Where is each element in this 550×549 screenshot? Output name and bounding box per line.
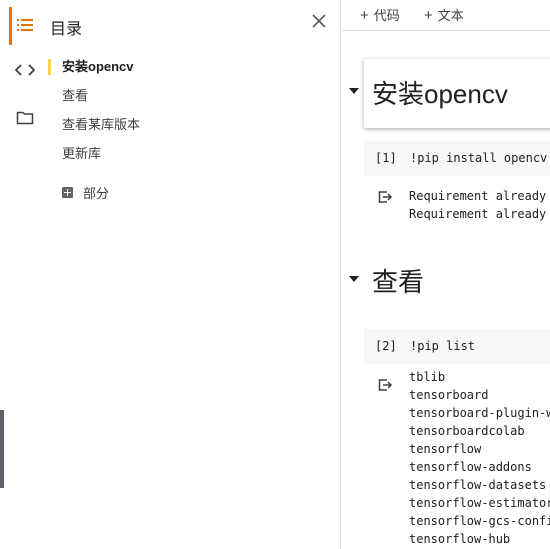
toc-list: 安装opencv 查看 查看某库版本 更新库: [44, 57, 334, 173]
toc-rail-button[interactable]: [12, 12, 38, 38]
files-rail-button[interactable]: [12, 104, 38, 130]
window-edge: [0, 410, 4, 488]
folder-icon: [16, 111, 34, 124]
section-collapse-toggle[interactable]: [349, 276, 359, 282]
colab-window: 目录 安装opencv 查看 查看某库版本 更新库 部分 + 代码 + 文本 安…: [0, 0, 550, 549]
add-section-button[interactable]: 部分: [62, 182, 109, 202]
heading-cell-selected[interactable]: 安装opencv: [364, 59, 550, 128]
cell-output: Requirement already Requirement already: [409, 189, 547, 221]
cell-output: tblib tensorboard tensorboard-plugin-wit…: [409, 370, 550, 546]
code-cell[interactable]: [1] !pip install opencv: [364, 141, 550, 176]
section-collapse-toggle[interactable]: [349, 88, 359, 94]
code-source: !pip list: [410, 339, 476, 353]
left-rail: [0, 0, 44, 549]
add-text-label: 文本: [437, 8, 464, 23]
toc-icon: [17, 19, 33, 31]
notebook-area: + 代码 + 文本 安装opencv [1] !pip install opencv…: [342, 0, 550, 549]
output-redirect-icon[interactable]: [377, 189, 393, 205]
section-heading: 查看: [372, 267, 425, 297]
execution-count: [2]: [375, 339, 397, 353]
toc-item-view[interactable]: 查看: [44, 86, 334, 115]
toc-close-button[interactable]: [308, 10, 330, 32]
close-icon: [312, 14, 326, 28]
add-code-cell-button[interactable]: + 代码: [360, 5, 400, 24]
output-redirect-icon[interactable]: [377, 377, 393, 393]
code-icon: [15, 64, 35, 76]
toc-item-view-version[interactable]: 查看某库版本: [44, 115, 334, 144]
toc-title: 目录: [50, 21, 83, 38]
section-heading: 安装opencv: [372, 79, 508, 109]
toc-item-install-opencv[interactable]: 安装opencv: [44, 57, 334, 86]
add-section-label: 部分: [83, 185, 110, 201]
notebook-toolbar: + 代码 + 文本: [342, 0, 550, 31]
code-source: !pip install opencv: [410, 151, 548, 165]
plus-icon: +: [424, 7, 433, 24]
add-code-label: 代码: [373, 8, 400, 23]
plus-icon: +: [360, 7, 369, 24]
code-cell[interactable]: [2] !pip list: [364, 329, 550, 364]
code-snippets-rail-button[interactable]: [12, 57, 38, 83]
add-text-cell-button[interactable]: + 文本: [424, 5, 464, 24]
plus-box-icon: [62, 186, 73, 198]
toc-item-update-libs[interactable]: 更新库: [44, 144, 334, 173]
toc-panel: 目录 安装opencv 查看 查看某库版本 更新库 部分: [44, 0, 341, 549]
execution-count: [1]: [375, 151, 397, 165]
